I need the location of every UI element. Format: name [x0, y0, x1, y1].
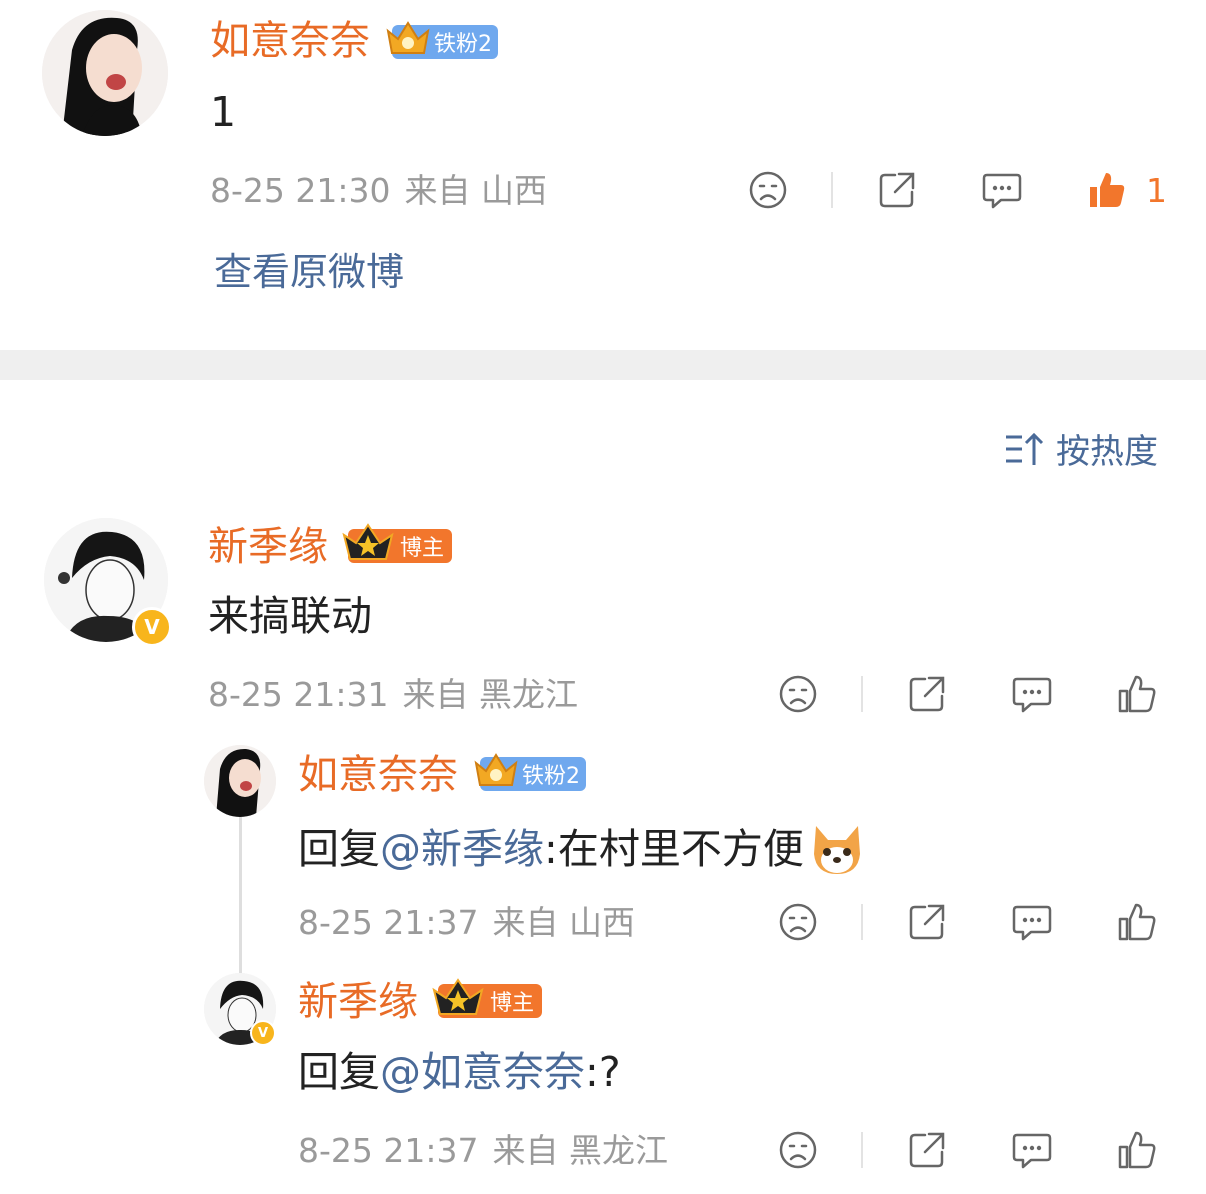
crown-icon [474, 753, 518, 786]
comment-button[interactable] [1010, 1128, 1054, 1172]
share-button[interactable] [875, 168, 919, 212]
reply-date: 8-25 21:37 [298, 903, 479, 942]
action-separator [861, 904, 863, 940]
like-button[interactable] [1085, 168, 1129, 212]
reply-source: 来自 黑龙江 [492, 1131, 669, 1170]
comment-meta: 8-25 21:31 来自 黑龙江 [208, 675, 592, 715]
user-name[interactable]: 新季缘 [208, 524, 328, 570]
share-icon [879, 172, 915, 208]
comment-text: 来搞联动 [208, 592, 372, 640]
comment-meta: 8-25 21:30 来自 山西 [210, 171, 561, 211]
like-button[interactable] [1115, 900, 1159, 944]
host-badge-label: 博主 [400, 536, 445, 561]
comment-button[interactable] [1010, 900, 1054, 944]
avatar[interactable] [204, 745, 276, 817]
user-name[interactable]: 新季缘 [298, 979, 418, 1025]
like-button[interactable] [1115, 672, 1159, 716]
comment-source: 来自 黑龙江 [402, 675, 579, 714]
sad-face-icon [749, 171, 787, 209]
comment-bubble-icon [982, 173, 1022, 209]
fan-badge-label: 铁粉2 [522, 764, 580, 789]
reply-source: 来自 山西 [492, 903, 636, 942]
reply-meta: 8-25 21:37 来自 山西 [298, 903, 649, 943]
thread-line [239, 816, 242, 976]
dislike-button[interactable] [776, 1128, 820, 1172]
crown-icon [386, 21, 430, 54]
sort-icon [1006, 432, 1044, 465]
comment-date: 8-25 21:31 [208, 675, 389, 714]
comment-text: 1 [210, 88, 237, 136]
reply-body: :? [585, 1048, 621, 1096]
dislike-button[interactable] [776, 672, 820, 716]
view-original-link[interactable]: 查看原微博 [214, 250, 404, 294]
share-icon [909, 676, 945, 712]
avatar[interactable] [42, 10, 168, 136]
reply-text: 回复@如意奈奈:? [298, 1048, 621, 1096]
like-button[interactable] [1115, 1128, 1159, 1172]
reply-body: :在村里不方便 [544, 825, 804, 873]
thumbs-up-icon [1090, 173, 1125, 207]
reply-prefix: 回复 [298, 1048, 380, 1096]
host-badge-label: 博主 [490, 991, 535, 1016]
share-button[interactable] [905, 900, 949, 944]
comment-button[interactable] [980, 168, 1024, 212]
fan-badge: 铁粉2 [386, 21, 498, 59]
share-button[interactable] [905, 672, 949, 716]
reply-meta: 8-25 21:37 来自 黑龙江 [298, 1131, 682, 1171]
user-name[interactable]: 如意奈奈 [298, 752, 458, 798]
share-button[interactable] [905, 1128, 949, 1172]
thumbs-up-icon [1118, 675, 1156, 713]
host-badge: 博主 [432, 978, 543, 1018]
verified-icon: V [132, 607, 172, 647]
sort-button[interactable]: 按热度 [1004, 424, 1158, 473]
share-icon [909, 904, 945, 940]
sad-face-icon [779, 1131, 817, 1169]
comment-button[interactable] [1010, 672, 1054, 716]
dog-emoji-icon [813, 826, 860, 874]
reply-date: 8-25 21:37 [298, 1131, 479, 1170]
user-name[interactable]: 如意奈奈 [210, 18, 370, 64]
crown-icon [342, 523, 394, 560]
comment-date: 8-25 21:30 [210, 171, 391, 210]
host-badge: 博主 [342, 523, 453, 563]
like-count: 1 [1146, 171, 1167, 210]
thumbs-up-icon [1118, 903, 1156, 941]
crown-icon [432, 978, 484, 1015]
dislike-button[interactable] [746, 168, 790, 212]
comment-bubble-icon [1012, 1133, 1052, 1169]
verified-icon: V [250, 1020, 276, 1046]
comment-bubble-icon [1012, 677, 1052, 713]
mention-link[interactable]: @新季缘 [380, 825, 544, 873]
sad-face-icon [779, 675, 817, 713]
fan-badge: 铁粉2 [474, 753, 586, 791]
comment-bubble-icon [1012, 905, 1052, 941]
comment-source: 来自 山西 [404, 171, 548, 210]
sad-face-icon [779, 903, 817, 941]
sort-label: 按热度 [1056, 432, 1158, 472]
mention-link[interactable]: @如意奈奈 [380, 1048, 585, 1096]
section-divider [0, 350, 1206, 380]
thumbs-up-icon [1118, 1131, 1156, 1169]
action-separator [861, 1132, 863, 1168]
action-separator [831, 172, 833, 208]
dislike-button[interactable] [776, 900, 820, 944]
fan-badge-label: 铁粉2 [434, 32, 492, 57]
share-icon [909, 1132, 945, 1168]
reply-prefix: 回复 [298, 825, 380, 873]
reply-text: 回复 @新季缘:在村里不方便 [298, 820, 866, 878]
action-separator [861, 676, 863, 712]
